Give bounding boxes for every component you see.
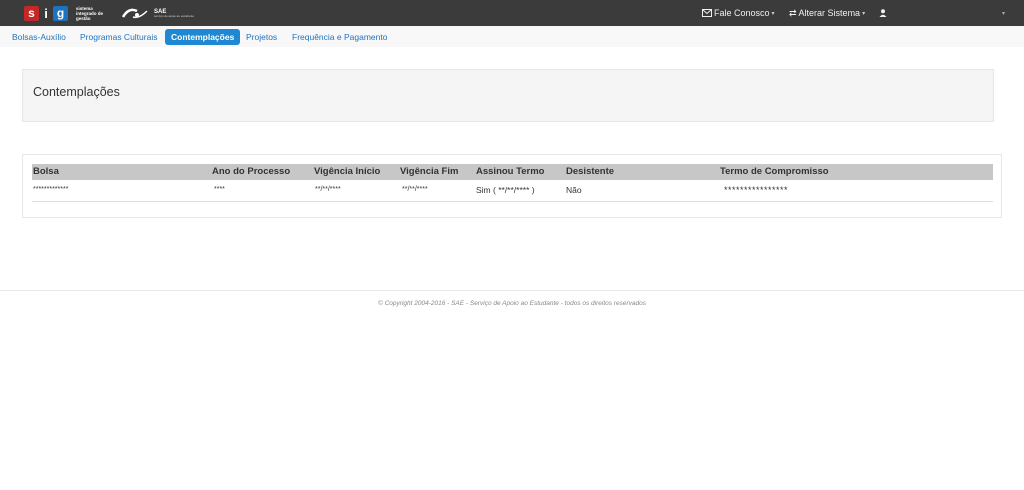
column-header-termo-compromisso: Termo de Compromisso: [720, 166, 829, 177]
footer-copyright: © Copyright 2004-2016 - SAE - Serviço de…: [378, 300, 646, 307]
contact-label: Fale Conosco: [714, 8, 770, 18]
caret-down-icon: ▾: [862, 10, 866, 17]
column-header-desistente: Desistente: [566, 166, 615, 177]
sig-logo-letter-g: g: [53, 5, 68, 21]
change-system-menu[interactable]: ⇄ Alterar Sistema ▾: [789, 8, 865, 19]
exchange-icon: ⇄: [789, 7, 797, 18]
sig-logo-letter-i: i: [41, 5, 51, 21]
caret-down-icon: ▾: [771, 10, 775, 17]
cell-desistente: Não: [566, 185, 582, 195]
user-icon: [879, 9, 887, 17]
top-bar: s i g sistema integrado de gestão SAE se…: [0, 0, 1024, 26]
cell-vigencia-fim: **/**/****: [402, 186, 428, 193]
column-header-vigencia-fim: Vigência Fim: [400, 166, 459, 177]
nav-item-contemplacoes[interactable]: Contemplações: [165, 29, 241, 45]
cell-bolsa: *************: [33, 186, 69, 193]
table-row: ************* **** **/**/**** **/**/****…: [32, 180, 993, 202]
nav-item-bolsas-auxilio[interactable]: Bolsas-Auxílio: [6, 29, 72, 45]
column-header-assinou-termo: Assinou Termo: [476, 166, 545, 177]
footer-divider: [0, 290, 1024, 291]
nav-item-frequencia-pagamento[interactable]: Frequência e Pagamento: [286, 29, 393, 45]
main-nav: Bolsas-Auxílio Programas Culturais Conte…: [0, 26, 1024, 47]
nav-item-programas-culturais[interactable]: Programas Culturais: [74, 29, 163, 45]
column-header-vigencia-inicio: Vigência Início: [314, 166, 381, 177]
sig-logo-subtitle: sistema integrado de gestão: [76, 5, 104, 21]
column-header-bolsa: Bolsa: [33, 166, 59, 177]
sae-logo[interactable]: SAE serviço de apoio ao estudante: [121, 4, 194, 22]
nav-item-projetos[interactable]: Projetos: [240, 29, 283, 45]
sig-logo-letter-s: s: [24, 5, 39, 21]
page-title: Contemplações: [33, 85, 120, 99]
cell-vigencia-inicio: **/**/****: [315, 186, 341, 193]
caret-down-icon[interactable]: ▾: [1002, 10, 1005, 17]
contemplations-table: Bolsa Ano do Processo Vigência Início Vi…: [22, 154, 1002, 218]
table-header-row: Bolsa Ano do Processo Vigência Início Vi…: [32, 164, 993, 180]
contact-menu[interactable]: Fale Conosco ▾: [702, 8, 775, 18]
page-header-panel: Contemplações: [22, 69, 994, 122]
user-menu[interactable]: [879, 9, 887, 17]
cell-assinou-termo: Sim ( **/**/**** ): [476, 185, 535, 195]
sae-logo-subtitle: serviço de apoio ao estudante: [154, 13, 195, 18]
sae-logo-icon: [121, 8, 148, 19]
cell-ano-processo: ****: [214, 186, 225, 193]
sig-logo[interactable]: s i g sistema integrado de gestão: [24, 4, 110, 22]
change-system-label: Alterar Sistema: [798, 8, 861, 18]
column-header-ano-processo: Ano do Processo: [212, 166, 291, 177]
envelope-icon: [702, 9, 712, 17]
cell-termo-compromisso-link[interactable]: ****************: [724, 180, 788, 200]
